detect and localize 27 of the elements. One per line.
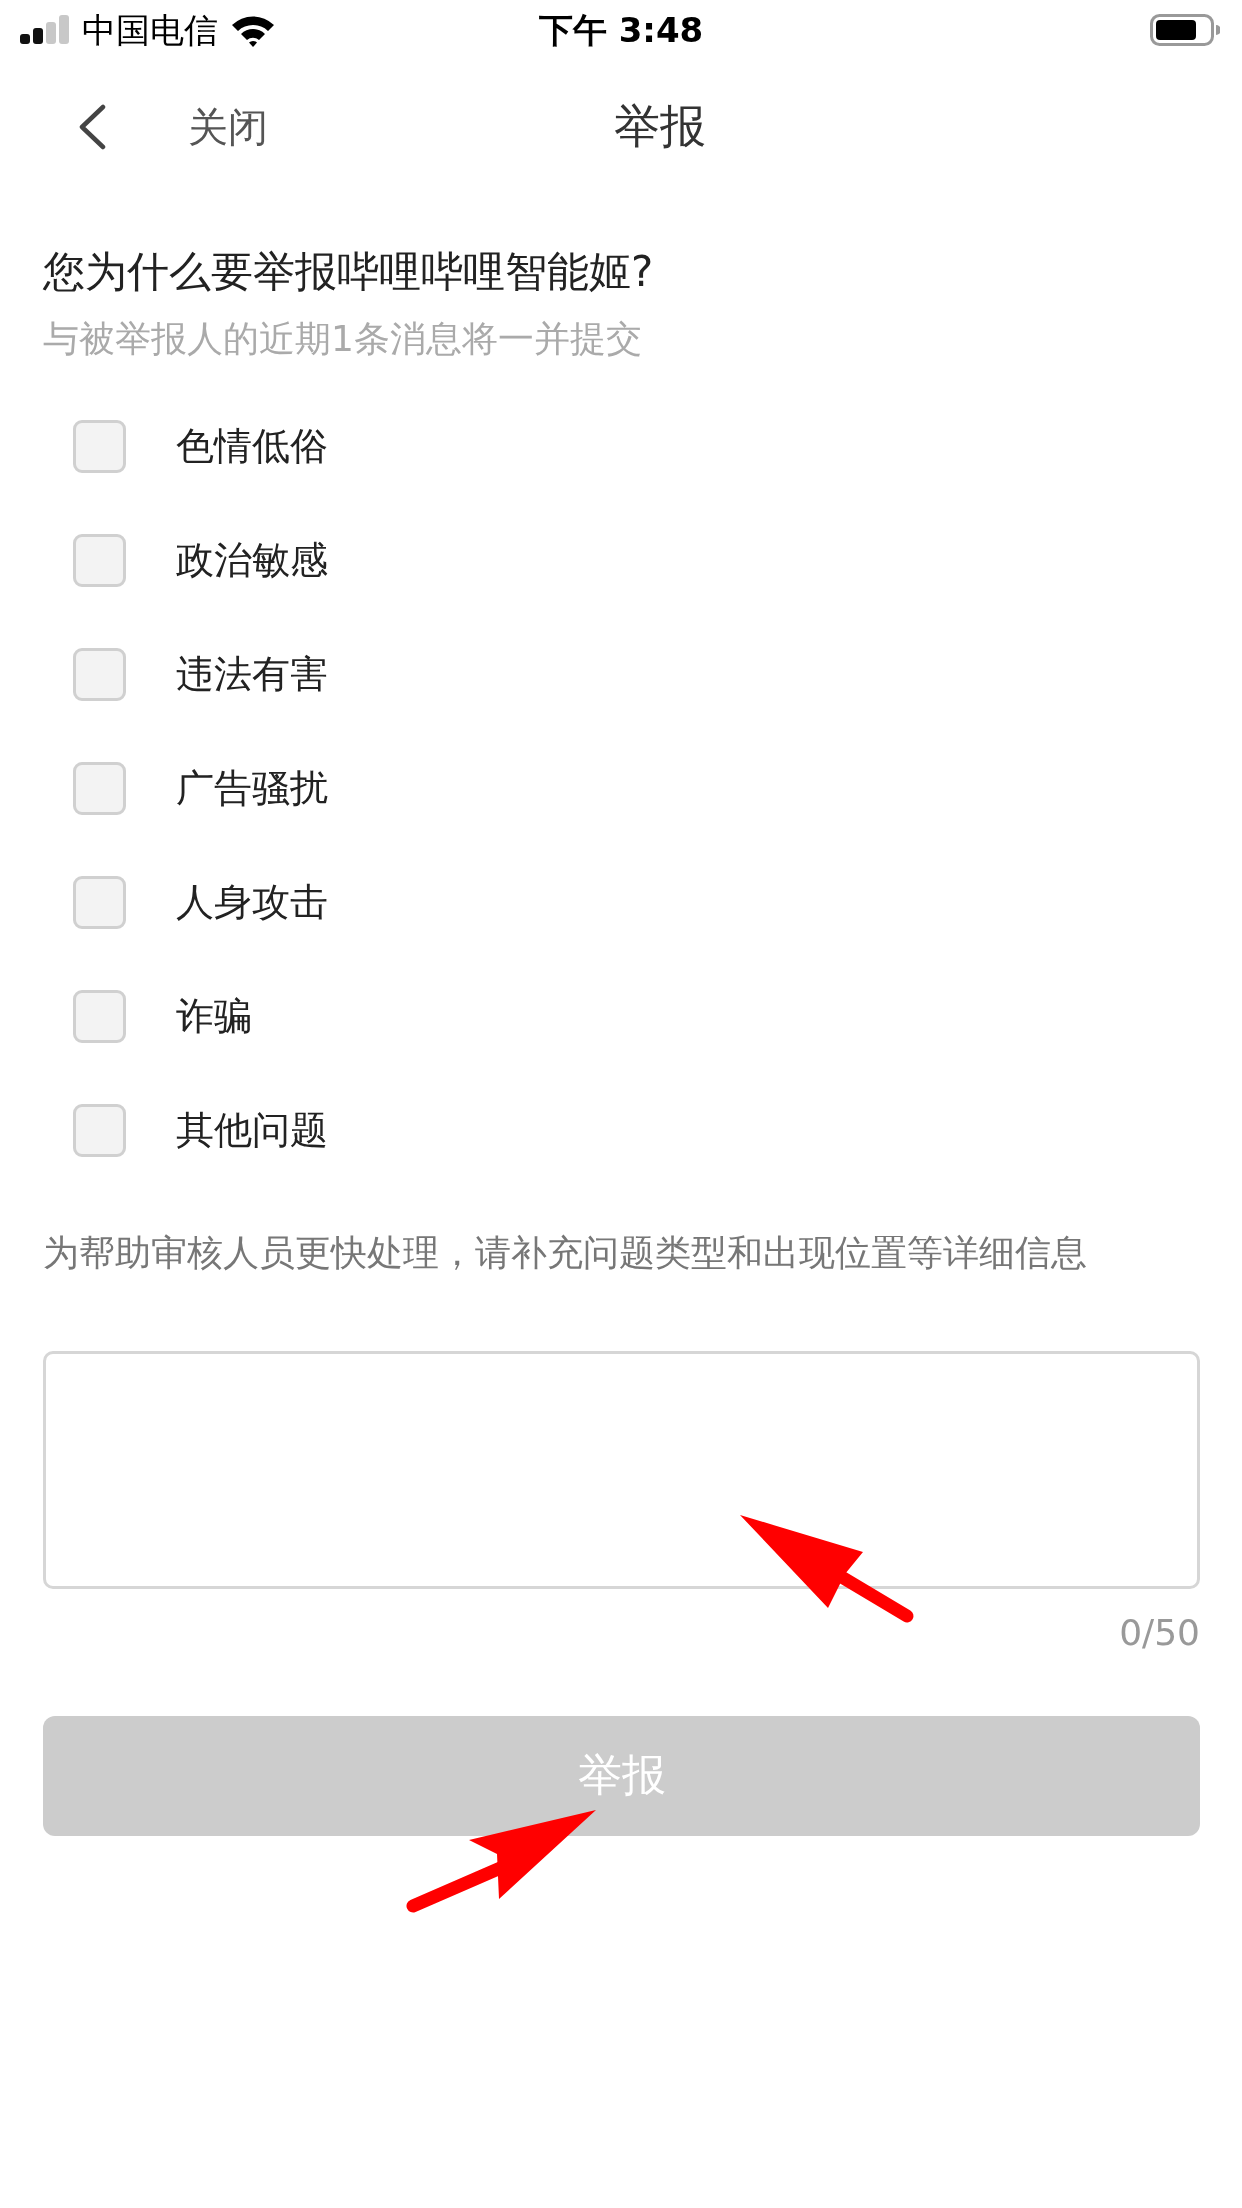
reason-label[interactable]: 广告骚扰 [176, 765, 328, 812]
signal-icon [20, 15, 70, 45]
page-title: 举报 [614, 99, 706, 155]
details-field[interactable] [43, 1350, 1200, 1589]
back-icon[interactable] [78, 104, 106, 150]
reason-label[interactable]: 违法有害 [176, 651, 328, 698]
reason-label[interactable]: 政治敏感 [176, 537, 328, 584]
checkbox[interactable] [73, 762, 126, 816]
carrier-name: 中国电信 [82, 9, 218, 51]
checkbox[interactable] [73, 534, 126, 588]
reason-label[interactable]: 色情低俗 [176, 423, 328, 470]
reason-label[interactable]: 人身攻击 [176, 879, 328, 926]
reason-label[interactable]: 其他问题 [176, 1107, 328, 1154]
question-text: 您为什么要举报哔哩哔哩智能姬? [43, 247, 655, 298]
checkbox[interactable] [73, 648, 126, 702]
wifi-icon [230, 13, 276, 47]
checkbox[interactable] [73, 420, 126, 474]
note-text: 与被举报人的近期1条消息将一并提交 [43, 317, 643, 361]
status-time: 下午 3:48 [538, 9, 704, 51]
checkbox[interactable] [73, 1104, 126, 1158]
checkbox[interactable] [73, 990, 126, 1044]
reason-label[interactable]: 诈骗 [176, 993, 252, 1040]
battery-icon [1150, 14, 1220, 46]
char-counter: 0/50 [1119, 1610, 1200, 1654]
details-hint: 为帮助审核人员更快处理，请补充问题类型和出现位置等详细信息 [43, 1230, 1088, 1274]
checkbox[interactable] [73, 876, 126, 930]
close-button[interactable]: 关闭 [188, 103, 268, 151]
